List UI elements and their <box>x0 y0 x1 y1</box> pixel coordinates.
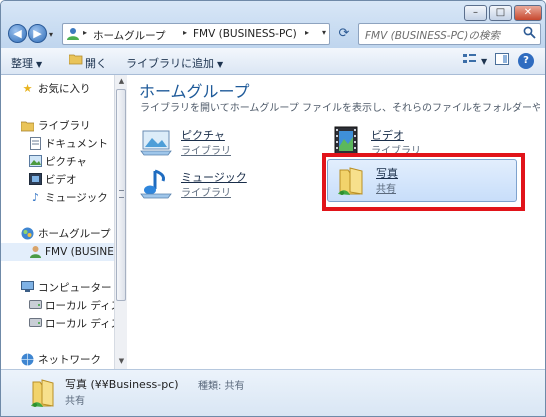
search-input[interactable]: FMV (BUSINESS-PC)の検索 <box>365 28 500 43</box>
sidebar-item-network[interactable]: ネットワーク <box>1 351 114 369</box>
recent-pages-dropdown[interactable]: ▾ <box>49 30 53 39</box>
command-bar: 整理 ▼ 開く ライブラリに追加 ▼ ▼ ? <box>1 48 545 75</box>
open-button[interactable]: 開く <box>85 55 107 71</box>
address-bar[interactable]: ▸ ホームグループ ▸ FMV (BUSINESS-PC) ▸ ▾ <box>62 23 330 45</box>
sidebar-scrollbar[interactable]: ▲ ▼ <box>114 75 127 369</box>
sidebar-item-documents[interactable]: ドキュメント <box>1 135 114 153</box>
sidebar-item-label: ローカル ディス <box>45 318 114 330</box>
details-pane: 写真 (¥¥Business-pc) 種類: 共有 共有 <box>1 369 545 416</box>
scroll-down-icon[interactable]: ▼ <box>116 356 127 367</box>
explorer-window: – □ ✕ ◀ ▶ ▾ ▸ ホームグループ ▸ FMV (BUSINESS-PC… <box>0 0 546 417</box>
homegroup-icon <box>66 27 80 41</box>
pictures-library-icon <box>139 125 173 159</box>
music-library-icon <box>139 167 173 201</box>
preview-pane-icon[interactable] <box>495 53 509 68</box>
refresh-icon[interactable]: ⟳ <box>334 24 354 44</box>
close-button[interactable]: ✕ <box>514 5 542 21</box>
library-tile-music[interactable]: ミュージック ライブラリ <box>139 167 329 207</box>
breadcrumb-arrow[interactable]: ▸ <box>305 28 309 37</box>
disk-icon <box>29 299 42 312</box>
scroll-grip <box>119 190 124 198</box>
computer-icon <box>21 281 34 294</box>
add-to-library-button[interactable]: ライブラリに追加 ▼ <box>126 55 223 71</box>
navigation-pane: ★ お気に入り ライブラリ ドキュメント ピクチャ ビデオ ♪ ミュージック ホ… <box>1 75 114 369</box>
open-folder-icon <box>68 53 83 68</box>
user-icon <box>29 245 42 258</box>
page-description: ライブラリを開いてホームグループ ファイルを表示し、それらのファイルをフォルダー… <box>140 103 540 114</box>
search-box[interactable]: FMV (BUSINESS-PC)の検索 <box>358 23 541 45</box>
sidebar-item-label: ホームグループ <box>38 228 111 240</box>
maximize-button[interactable]: □ <box>489 5 512 21</box>
star-icon: ★ <box>22 82 33 95</box>
minimize-button[interactable]: – <box>464 5 487 21</box>
selected-item-name: 写真 (¥¥Business-pc) <box>65 378 179 391</box>
sidebar-item-label: ドキュメント <box>45 138 108 150</box>
search-icon[interactable] <box>523 26 536 43</box>
sidebar-item-libraries[interactable]: ライブラリ <box>1 117 114 135</box>
view-options-icon[interactable] <box>463 53 479 68</box>
sidebar-item-label: ミュージック <box>45 192 108 204</box>
chevron-down-icon: ▼ <box>36 60 43 69</box>
sidebar-item-label: コンピューター <box>38 282 112 294</box>
back-button[interactable]: ◀ <box>8 24 27 43</box>
selected-item-share-state: 共有 <box>65 396 85 407</box>
breadcrumb-homegroup[interactable]: ホームグループ <box>93 28 166 43</box>
library-name[interactable]: ビデオ <box>371 127 404 143</box>
sidebar-item-label: お気に入り <box>38 83 91 95</box>
library-type[interactable]: ライブラリ <box>181 184 231 199</box>
address-dropdown[interactable]: ▾ <box>322 28 326 37</box>
scroll-thumb[interactable] <box>116 89 126 301</box>
sidebar-item-favorites[interactable]: ★ お気に入り <box>1 80 114 98</box>
add-to-library-label: ライブラリに追加 <box>126 57 214 70</box>
sidebar-item-label: ローカル ディス <box>45 300 114 312</box>
library-name[interactable]: ミュージック <box>181 169 247 185</box>
sidebar-item-local-disk-c[interactable]: ローカル ディス <box>1 297 114 315</box>
sidebar-item-label: ピクチャ <box>45 156 87 168</box>
sidebar-item-label: ビデオ <box>45 174 77 186</box>
library-tile-pictures[interactable]: ピクチャ ライブラリ <box>139 125 329 165</box>
breadcrumb-arrow[interactable]: ▸ <box>83 28 87 37</box>
content-area: ★ お気に入り ライブラリ ドキュメント ピクチャ ビデオ ♪ ミュージック ホ… <box>1 75 545 369</box>
organize-label: 整理 <box>11 57 33 70</box>
network-icon <box>21 353 34 366</box>
file-list: ホームグループ ライブラリを開いてホームグループ ファイルを表示し、それらのファ… <box>129 75 545 369</box>
sidebar-item-label: ネットワーク <box>38 354 101 366</box>
selected-item-type: 種類: 共有 <box>198 381 245 392</box>
sidebar-item-label: ライブラリ <box>38 120 91 132</box>
help-icon[interactable]: ? <box>518 53 534 69</box>
library-name[interactable]: ピクチャ <box>181 127 225 143</box>
chevron-down-icon: ▼ <box>217 60 224 69</box>
music-icon: ♪ <box>31 191 40 204</box>
sidebar-item-pictures[interactable]: ピクチャ <box>1 153 114 171</box>
highlight-frame <box>322 153 525 211</box>
title-bar: – □ ✕ ◀ ▶ ▾ ▸ ホームグループ ▸ FMV (BUSINESS-PC… <box>1 1 545 48</box>
sidebar-item-local-disk-d[interactable]: ローカル ディス <box>1 315 114 333</box>
breadcrumb-arrow[interactable]: ▸ <box>183 28 187 37</box>
sidebar-item-label: FMV (BUSINES <box>45 246 114 258</box>
shared-folder-icon <box>29 376 59 413</box>
scroll-up-icon[interactable]: ▲ <box>116 76 127 87</box>
breadcrumb-fmv[interactable]: FMV (BUSINESS-PC) <box>193 28 297 40</box>
sidebar-item-music[interactable]: ♪ ミュージック <box>1 189 114 207</box>
library-type[interactable]: ライブラリ <box>181 142 231 157</box>
sidebar-item-fmv[interactable]: FMV (BUSINES <box>1 243 114 261</box>
library-icon <box>20 119 35 132</box>
sidebar-item-videos[interactable]: ビデオ <box>1 171 114 189</box>
organize-button[interactable]: 整理 ▼ <box>11 55 42 71</box>
video-icon <box>29 173 42 186</box>
picture-icon <box>29 155 42 168</box>
disk-icon <box>29 317 42 330</box>
homegroup-icon <box>21 227 34 240</box>
document-icon <box>29 137 42 150</box>
sidebar-item-computer[interactable]: コンピューター <box>1 279 114 297</box>
forward-button[interactable]: ▶ <box>28 24 47 43</box>
view-dropdown-icon[interactable]: ▼ <box>481 57 487 66</box>
sidebar-item-homegroup[interactable]: ホームグループ <box>1 225 114 243</box>
